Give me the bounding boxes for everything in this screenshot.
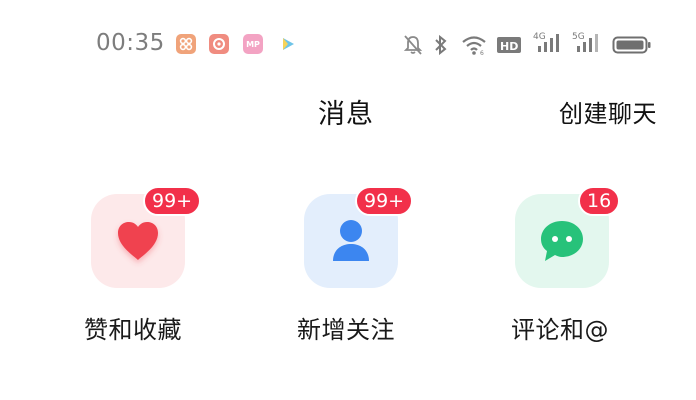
bluetooth-icon	[433, 33, 449, 57]
wifi-icon: 6	[460, 33, 488, 57]
chat-bubble-icon	[541, 221, 583, 261]
person-icon	[333, 220, 369, 261]
heart-icon	[118, 222, 158, 260]
signal-4g-icon: 4G	[532, 30, 562, 54]
app-icon-4	[278, 34, 298, 54]
follows-label: 新增关注	[297, 316, 395, 344]
mute-bell-icon	[403, 33, 423, 57]
create-chat-button[interactable]: 创建聊天	[559, 94, 657, 129]
comments-count-badge: 16	[578, 186, 621, 216]
app-icon-2	[209, 34, 229, 54]
likes-label: 赞和收藏	[84, 316, 182, 344]
app-icon-1	[176, 34, 196, 54]
signal-5g-icon: 5G	[571, 30, 601, 54]
header: 消息 创建聊天	[0, 88, 696, 134]
likes-and-favorites-entry[interactable]: 99+ 赞和收藏	[80, 186, 240, 346]
app-icon-3: MP	[243, 34, 263, 54]
net1-label: 4G	[533, 32, 546, 42]
svg-text:6: 6	[480, 50, 484, 56]
hd-icon: HD	[496, 33, 522, 57]
comments-label: 评论和@	[511, 316, 609, 344]
battery-icon	[612, 33, 652, 57]
status-bar: 00:35 MP 6 HD 4G 5G	[0, 0, 696, 88]
follows-count-badge: 99+	[355, 186, 414, 216]
page-title: 消息	[318, 99, 374, 130]
new-followers-entry[interactable]: 99+ 新增关注	[294, 186, 454, 346]
status-time: 00:35	[96, 30, 165, 56]
hd-label: HD	[500, 40, 518, 53]
likes-count-badge: 99+	[143, 186, 202, 216]
comments-and-mentions-entry[interactable]: 16 评论和@	[505, 186, 665, 346]
net2-label: 5G	[572, 32, 585, 42]
